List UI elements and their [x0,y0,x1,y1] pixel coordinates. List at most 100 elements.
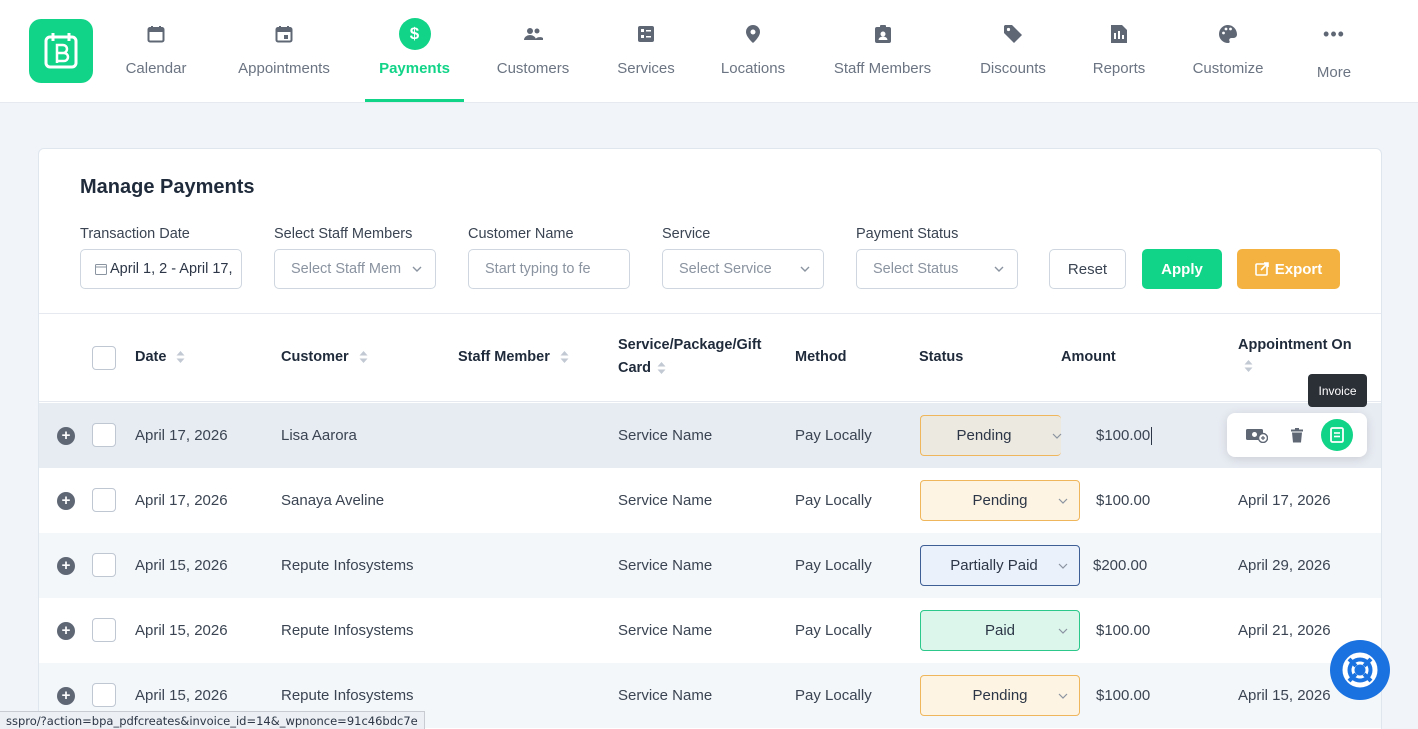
staff-select-placeholder: Select Staff Mem [291,261,402,277]
status-select[interactable]: Pending [920,415,1062,456]
status-select[interactable]: Partially Paid [920,545,1080,586]
status-value: Paid [984,622,1016,639]
delete-button[interactable] [1281,419,1313,451]
nav-reports[interactable]: Reports [1091,18,1147,102]
row-checkbox[interactable] [92,683,116,707]
status-select-placeholder: Select Status [873,261,959,277]
row-appointment-on: April 17, 2026 [1238,492,1331,509]
location-pin-icon [737,18,769,50]
column-staff-member[interactable]: Staff Member [458,346,569,369]
row-checkbox[interactable] [92,488,116,512]
row-amount: $100.00 [1096,622,1151,639]
column-label: Staff Member [458,349,550,365]
service-select[interactable]: Select Service [662,249,824,289]
customer-input-placeholder: Start typing to fe [485,261,591,277]
status-value: Pending [956,427,1012,444]
chevron-down-icon [800,266,810,272]
more-dots-icon: ••• [1323,23,1345,44]
row-checkbox[interactable] [92,553,116,577]
booking-logo-icon [44,33,78,69]
nav-customize[interactable]: Customize [1190,18,1266,102]
nav-more[interactable]: ••• More [1313,18,1355,102]
export-button[interactable]: Export [1237,249,1340,289]
invoice-icon [1330,427,1344,443]
row-date: April 15, 2026 [135,557,228,574]
column-service[interactable]: Service/Package/Gift Card [618,334,761,380]
column-customer[interactable]: Customer [281,346,368,369]
sort-icon [560,351,569,364]
sort-icon [657,362,666,375]
nav-discounts[interactable]: Discounts [978,18,1048,102]
nav-calendar[interactable]: Calendar [122,18,190,102]
refund-button[interactable] [1241,419,1273,451]
row-appointment-on: April 29, 2026 [1238,557,1331,574]
table-row[interactable]: + April 17, 2026 Sanaya Aveline Service … [39,468,1381,533]
expand-row-icon[interactable]: + [57,557,75,575]
table-header: Date Customer Staff Member Service/Packa… [39,314,1381,402]
table-row[interactable]: + April 15, 2026 Repute Infosystems Serv… [39,533,1381,598]
payments-card: Manage Payments Transaction Date April 1… [38,148,1382,729]
row-checkbox[interactable] [92,423,116,447]
page-title: Manage Payments [80,176,255,198]
nav-appointments[interactable]: Appointments [233,18,335,102]
reset-button[interactable]: Reset [1049,249,1126,289]
row-customer: Repute Infosystems [281,557,414,574]
customer-name-input[interactable]: Start typing to fe [468,249,630,289]
help-button[interactable] [1330,640,1390,700]
column-label: Date [135,349,167,365]
row-checkbox[interactable] [92,618,116,642]
expand-row-icon[interactable]: + [57,622,75,640]
column-date[interactable]: Date [135,346,185,369]
column-label: Service/Package/Gift [618,337,762,353]
nav-staff-members[interactable]: Staff Members [831,18,934,102]
row-actions-popover [1227,413,1367,457]
chevron-down-icon [1058,693,1068,699]
calendar-check-icon [268,18,300,50]
status-filter-label: Payment Status [856,226,959,242]
table-row[interactable]: + April 15, 2026 Repute Infosystems Serv… [39,598,1381,663]
export-icon [1254,262,1269,276]
expand-row-icon[interactable]: + [57,687,75,705]
row-service: Service Name [618,687,713,704]
invoice-button[interactable] [1321,419,1353,451]
row-customer: Sanaya Aveline [281,492,385,509]
column-label: Card [618,360,652,376]
nav-label: Appointments [238,60,330,77]
apply-button[interactable]: Apply [1142,249,1222,289]
id-badge-icon [867,18,899,50]
table-row[interactable]: + April 17, 2026 Lisa Aarora Service Nam… [39,403,1381,468]
report-icon [1103,18,1135,50]
nav-services[interactable]: Services [616,18,676,102]
nav-customers[interactable]: Customers [494,18,572,102]
trash-icon [1291,427,1303,442]
nav-payments[interactable]: $ Payments [365,18,464,102]
status-select[interactable]: Pending [920,480,1080,521]
staff-select[interactable]: Select Staff Mem [274,249,436,289]
status-select[interactable]: Paid [920,610,1080,651]
nav-label: Locations [720,60,786,77]
status-select[interactable]: Pending [920,675,1080,716]
status-select[interactable]: Select Status [856,249,1018,289]
tag-icon [997,18,1029,50]
select-all-checkbox[interactable] [92,346,116,370]
nav-label: Discounts [980,60,1046,77]
row-service: Service Name [618,622,713,639]
sort-icon [359,351,368,364]
row-amount: $200.00 [1093,557,1148,574]
transaction-date-picker[interactable]: April 1, 2 - April 17, [80,249,242,289]
nav-locations[interactable]: Locations [719,18,787,102]
transaction-date-label: Transaction Date [80,226,190,242]
column-label: Customer [281,349,349,365]
customer-filter-label: Customer Name [468,226,574,242]
app-logo[interactable] [29,19,93,83]
nav-label: More [1316,64,1352,81]
chevron-down-icon [1058,563,1068,569]
chevron-down-icon [412,266,422,272]
nav-label: Customize [1192,60,1264,77]
row-service: Service Name [618,427,713,444]
chevron-down-icon [994,266,1004,272]
expand-row-icon[interactable]: + [57,492,75,510]
expand-row-icon[interactable]: + [57,427,75,445]
service-filter-label: Service [662,226,711,242]
row-date: April 17, 2026 [135,492,228,509]
